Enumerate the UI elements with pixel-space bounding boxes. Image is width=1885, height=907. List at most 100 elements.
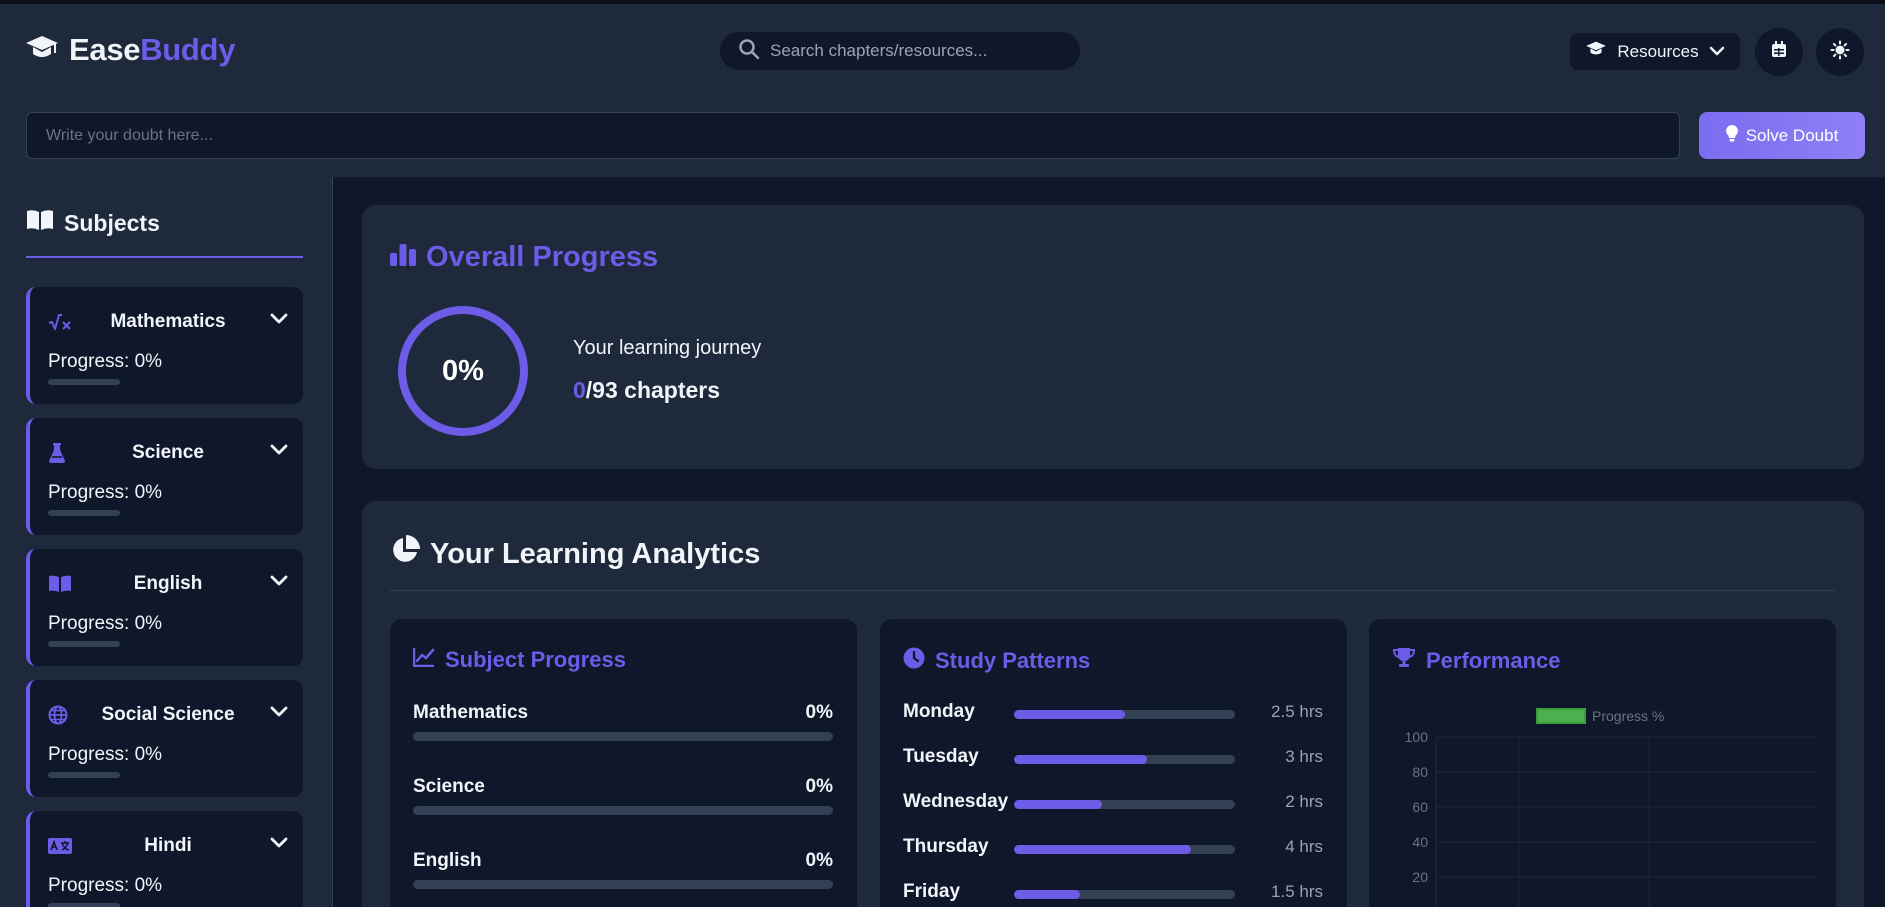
subject-name: Mathematics [110,311,226,332]
calendar-button[interactable] [1755,28,1803,76]
search-placeholder: Search chapters/resources... [770,41,988,60]
study-day-label: Wednesday [903,791,1009,812]
search-icon [738,38,760,65]
subject-name: English [133,573,203,594]
performance-panel: Performance Progress % 100 80 60 40 20 [1369,619,1836,907]
study-pattern-row: Monday 2.5 hrs [903,701,1323,725]
resources-dropdown-button[interactable]: Resources [1570,33,1740,70]
overall-progress-title: Overall Progress [390,241,658,274]
progress-ring: 0% [398,306,528,436]
bar-chart-icon [390,241,416,274]
subject-progress-bar [48,772,120,778]
subject-progress-name: English [413,850,482,871]
study-day-label: Thursday [903,836,989,857]
chevron-down-icon[interactable] [270,573,288,592]
study-hours-label: 3 hrs [1285,747,1323,766]
subject-card-social-science[interactable]: Social Science Progress: 0% [26,680,303,797]
chevron-down-icon[interactable] [270,835,288,854]
subject-progress-label: Progress: 0% [48,482,163,503]
subject-card-mathematics[interactable]: Mathematics Progress: 0% [26,287,303,404]
square-root-icon [48,311,72,333]
chevron-down-icon[interactable] [270,442,288,461]
brand-name: EaseBuddy [69,32,235,68]
subject-progress-track [413,880,833,889]
subject-progress-track [413,732,833,741]
calendar-icon [1771,41,1787,63]
study-pattern-row: Tuesday 3 hrs [903,746,1323,770]
study-day-label: Monday [903,701,975,722]
globe-icon [48,704,72,726]
subject-name: Science [132,442,204,463]
clock-icon [903,647,925,675]
brand-name-accent: Buddy [140,32,236,67]
subject-card-english[interactable]: English Progress: 0% [26,549,303,666]
search-input[interactable]: Search chapters/resources... [720,32,1080,70]
subject-progress-bar [48,641,120,647]
subject-progress-value: 0% [805,850,833,871]
doubt-input[interactable]: Write your doubt here... [26,112,1680,159]
subject-progress-label: Progress: 0% [48,875,163,896]
subject-progress-bar [48,903,120,907]
subject-progress-name: Mathematics [413,702,529,723]
study-day-label: Tuesday [903,746,979,767]
study-hours-label: 2 hrs [1285,792,1323,811]
brand-logo[interactable]: EaseBuddy [25,32,235,68]
main-content: Overall Progress 0% Your learning journe… [334,177,1885,907]
theme-toggle-button[interactable] [1816,28,1864,76]
study-patterns-panel: Study Patterns Monday 2.5 hrs Tuesday 3 … [880,619,1347,907]
solve-doubt-label: Solve Doubt [1745,125,1839,145]
overall-progress-card: Overall Progress 0% Your learning journe… [362,205,1864,469]
sidebar-title-text: Subjects [64,209,160,236]
subject-progress-value: 0% [805,776,833,797]
study-hours-fill [1014,845,1191,854]
subject-progress-title-text: Subject Progress [445,647,626,672]
study-pattern-row: Friday 1.5 hrs [903,881,1323,905]
subject-name: Social Science [101,704,235,725]
subject-name: Hindi [144,835,192,856]
y-tick-label: 40 [1412,834,1428,850]
study-pattern-row: Thursday 4 hrs [903,836,1323,860]
subject-progress-label: Progress: 0% [48,744,163,765]
study-hours-track [1014,710,1235,719]
brand-name-main: Ease [69,32,141,67]
subject-header[interactable]: Mathematics [48,311,288,333]
sidebar-title: Subjects [26,209,160,237]
overall-progress-title-text: Overall Progress [426,241,659,273]
chapters-completed: 0 [573,377,586,403]
subject-header[interactable]: Hindi [48,835,288,857]
line-chart-icon [412,647,435,673]
pie-chart-icon [390,535,420,573]
study-patterns-title-text: Study Patterns [935,648,1091,673]
chevron-down-icon[interactable] [270,704,288,723]
chapters-total: /93 chapters [585,377,721,403]
subject-header[interactable]: Science [48,442,288,464]
subject-header[interactable]: English [48,573,288,595]
sun-icon [1830,40,1850,65]
study-hours-track [1014,890,1235,899]
study-hours-track [1014,800,1235,809]
analytics-title-text: Your Learning Analytics [430,537,761,570]
subject-progress-bar [48,379,120,385]
subject-card-science[interactable]: Science Progress: 0% [26,418,303,535]
sidebar-divider [26,256,303,258]
study-hours-fill [1014,890,1081,899]
subject-progress-bar [48,510,120,516]
subject-card-hindi[interactable]: Hindi Progress: 0% [26,811,303,907]
progress-ring-value: 0% [442,354,484,387]
chevron-down-icon [1709,42,1725,62]
study-hours-fill [1014,710,1125,719]
subject-header[interactable]: Social Science [48,704,288,726]
y-tick-label: 100 [1405,729,1429,745]
study-hours-label: 1.5 hrs [1271,882,1323,901]
graduation-cap-icon [25,35,59,66]
doubt-placeholder: Write your doubt here... [46,126,213,144]
study-hours-label: 2.5 hrs [1271,702,1323,721]
chevron-down-icon[interactable] [270,311,288,330]
study-hours-track [1014,845,1235,854]
top-header: EaseBuddy Search chapters/resources... R… [0,0,1885,177]
study-hours-track [1014,755,1235,764]
study-hours-label: 4 hrs [1285,837,1323,856]
study-hours-fill [1014,755,1147,764]
solve-doubt-button[interactable]: Solve Doubt [1699,112,1865,159]
subject-progress-value: 0% [805,702,833,723]
